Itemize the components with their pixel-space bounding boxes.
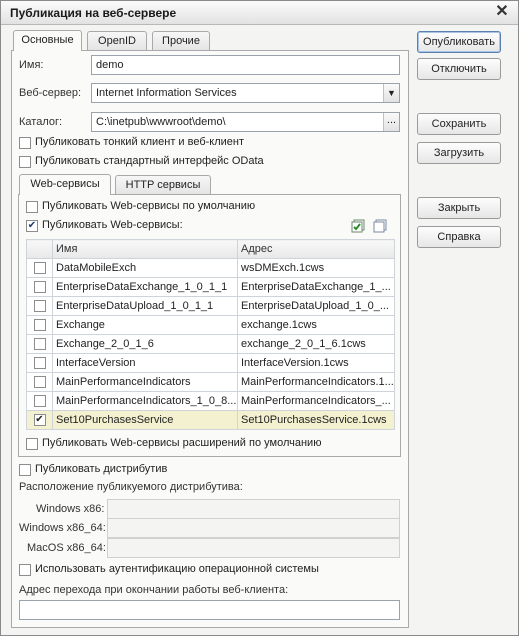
- header-address[interactable]: Адрес: [237, 239, 395, 259]
- webserver-select[interactable]: Internet Information Services: [91, 83, 400, 103]
- name-input[interactable]: demo: [91, 55, 400, 75]
- row-checkbox[interactable]: ✔: [33, 414, 46, 427]
- row-address: MainPerformanceIndicators.1...: [237, 372, 395, 392]
- tab-main[interactable]: Основные: [13, 30, 82, 51]
- webserver-label: Веб-сервер:: [19, 87, 82, 99]
- title-bar: Публикация на веб-сервере ✕: [1, 1, 518, 25]
- ws-publish-label: Публиковать Web-сервисы:: [42, 219, 183, 231]
- win64-input[interactable]: [107, 518, 400, 538]
- ws-publish-checkbox[interactable]: ✔: [26, 220, 38, 232]
- row-checkbox[interactable]: [33, 376, 46, 389]
- publish-dialog: Публикация на веб-сервере ✕ Основные Ope…: [0, 0, 519, 636]
- odata-checkbox[interactable]: [19, 156, 31, 168]
- row-address: exchange_2_0_1_6.1cws: [237, 334, 395, 354]
- macos-label: MacOS x86_64:: [27, 542, 106, 554]
- row-address: EnterpriseDataUpload_1_0_...: [237, 296, 395, 316]
- tab-other[interactable]: Прочие: [152, 31, 210, 51]
- ws-default-label: Публиковать Web-сервисы по умолчанию: [42, 200, 256, 212]
- row-name: InterfaceVersion: [52, 353, 238, 373]
- os-auth-checkbox[interactable]: [19, 564, 31, 576]
- disable-button[interactable]: Отключить: [417, 58, 501, 80]
- row-checkbox-cell: [26, 296, 53, 316]
- distrib-label: Публиковать дистрибутив: [35, 463, 168, 475]
- table-row[interactable]: DataMobileExch wsDMExch.1cws: [26, 258, 395, 278]
- macos-input[interactable]: [107, 538, 400, 558]
- help-button[interactable]: Справка: [417, 226, 501, 248]
- catalog-label: Каталог:: [19, 116, 63, 128]
- distrib-location-label: Расположение публикуемого дистрибутива:: [19, 481, 243, 493]
- row-checkbox-cell: [26, 258, 53, 278]
- table-row[interactable]: EnterpriseDataUpload_1_0_1_1 EnterpriseDa…: [26, 296, 395, 316]
- save-button[interactable]: Сохранить: [417, 113, 501, 135]
- row-name: EnterpriseDataExchange_1_0_1_1: [52, 277, 238, 297]
- row-address: EnterpriseDataExchange_1_...: [237, 277, 395, 297]
- row-checkbox-cell: [26, 391, 53, 411]
- row-name: Exchange_2_0_1_6: [52, 334, 238, 354]
- table-row[interactable]: Exchange exchange.1cws: [26, 315, 395, 335]
- tab-web-services[interactable]: Web-сервисы: [19, 174, 111, 195]
- redirect-input[interactable]: [19, 600, 400, 620]
- close-icon[interactable]: ✕: [494, 4, 510, 20]
- table-row[interactable]: EnterpriseDataExchange_1_0_1_1 Enterprise…: [26, 277, 395, 297]
- ws-extensions-label: Публиковать Web-сервисы расширений по ум…: [42, 437, 322, 449]
- os-auth-label: Использовать аутентификацию операционной…: [35, 563, 319, 575]
- row-checkbox[interactable]: [33, 281, 46, 294]
- row-checkbox[interactable]: [33, 357, 46, 370]
- table-row[interactable]: MainPerformanceIndicators_1_0_8... MainPe…: [26, 391, 395, 411]
- ws-default-checkbox[interactable]: [26, 201, 38, 213]
- row-checkbox-cell: ✔: [26, 410, 53, 430]
- redirect-label: Адрес перехода при окончании работы веб-…: [19, 584, 289, 596]
- table-row[interactable]: ✔ Set10PurchasesService Set10PurchasesServ…: [26, 410, 395, 430]
- browse-button[interactable]: ...: [383, 113, 399, 131]
- thin-client-label: Публиковать тонкий клиент и веб-клиент: [35, 136, 245, 148]
- row-checkbox-cell: [26, 334, 53, 354]
- win86-input[interactable]: [107, 499, 400, 519]
- close-button[interactable]: Закрыть: [417, 197, 501, 219]
- name-label: Имя:: [19, 59, 44, 71]
- row-address: wsDMExch.1cws: [237, 258, 395, 278]
- row-checkbox[interactable]: [33, 262, 46, 275]
- row-checkbox-cell: [26, 353, 53, 373]
- distrib-checkbox[interactable]: [19, 464, 31, 476]
- table-row[interactable]: MainPerformanceIndicators MainPerformance…: [26, 372, 395, 392]
- row-checkbox-cell: [26, 315, 53, 335]
- row-checkbox-cell: [26, 372, 53, 392]
- check-all-icon[interactable]: [351, 219, 365, 233]
- header-name[interactable]: Имя: [52, 239, 238, 259]
- row-address: InterfaceVersion.1cws: [237, 353, 395, 373]
- chevron-down-icon[interactable]: ▼: [383, 84, 399, 102]
- table-row[interactable]: InterfaceVersion InterfaceVersion.1cws: [26, 353, 395, 373]
- row-checkbox[interactable]: [33, 338, 46, 351]
- row-checkbox-cell: [26, 277, 53, 297]
- tab-openid[interactable]: OpenID: [87, 31, 147, 51]
- thin-client-checkbox[interactable]: [19, 137, 31, 149]
- row-checkbox[interactable]: [33, 300, 46, 313]
- row-name: MainPerformanceIndicators: [52, 372, 238, 392]
- table-row[interactable]: Exchange_2_0_1_6 exchange_2_0_1_6.1cws: [26, 334, 395, 354]
- window-title: Публикация на веб-сервере: [10, 6, 177, 20]
- row-name: Exchange: [52, 315, 238, 335]
- win86-label: Windows x86:: [36, 503, 105, 515]
- row-address: exchange.1cws: [237, 315, 395, 335]
- tab-http-services[interactable]: HTTP сервисы: [115, 175, 211, 195]
- uncheck-all-icon[interactable]: [373, 219, 387, 233]
- publish-button[interactable]: Опубликовать: [417, 31, 501, 53]
- row-name: DataMobileExch: [52, 258, 238, 278]
- row-address: MainPerformanceIndicators_...: [237, 391, 395, 411]
- row-address: Set10PurchasesService.1cws: [237, 410, 395, 430]
- odata-label: Публиковать стандартный интерфейс OData: [35, 155, 264, 167]
- load-button[interactable]: Загрузить: [417, 142, 501, 164]
- win64-label: Windows x86_64:: [19, 522, 106, 534]
- table-header-row: Имя Адрес: [26, 239, 395, 259]
- ws-extensions-checkbox[interactable]: [26, 438, 38, 450]
- row-name: MainPerformanceIndicators_1_0_8...: [52, 391, 238, 411]
- web-services-table: Имя Адрес DataMobileExch wsDMExch.1cws Ent…: [26, 239, 395, 430]
- row-checkbox[interactable]: [33, 395, 46, 408]
- webserver-value: Internet Information Services: [96, 87, 237, 99]
- row-name: Set10PurchasesService: [52, 410, 238, 430]
- header-check: [26, 239, 53, 259]
- catalog-input[interactable]: C:\inetpub\wwwroot\demo\: [91, 112, 400, 132]
- row-name: EnterpriseDataUpload_1_0_1_1: [52, 296, 238, 316]
- row-checkbox[interactable]: [33, 319, 46, 332]
